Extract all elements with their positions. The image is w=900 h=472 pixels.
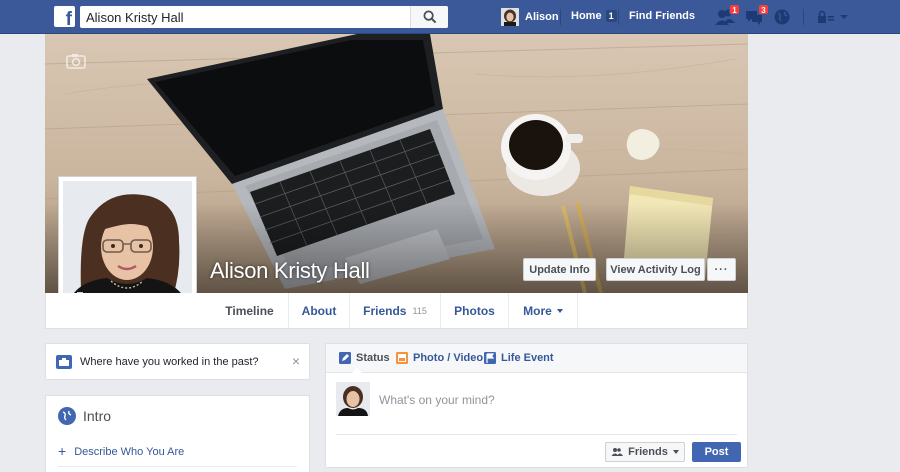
top-navigation-bar: f Alison Home1 Find Friends	[0, 0, 900, 34]
profile-name[interactable]: Alison Kristy Hall	[210, 258, 370, 284]
friend-requests-badge: 1	[729, 4, 740, 15]
intro-title: Intro	[83, 408, 112, 424]
tab-label: More	[523, 303, 552, 318]
composer-tabs: Status Photo / Video Life Event	[326, 344, 747, 373]
nav-divider	[618, 9, 619, 25]
work-prompt-card[interactable]: Where have you worked in the past? ×	[45, 343, 310, 380]
describe-who-you-are-link[interactable]: + Describe Who You Are	[58, 443, 184, 459]
update-info-button[interactable]: Update Info	[523, 258, 596, 281]
composer-tab-photo-video[interactable]: Photo / Video	[396, 352, 483, 364]
work-prompt-text: Where have you worked in the past?	[80, 356, 259, 368]
search-button[interactable]	[410, 6, 448, 28]
profile-tabs: Timeline About Friends 115 Photos More	[45, 293, 748, 329]
view-activity-log-button[interactable]: View Activity Log	[606, 258, 705, 281]
briefcase-icon	[56, 355, 72, 369]
close-icon[interactable]: ×	[292, 354, 300, 368]
tab-label: Friends	[363, 303, 407, 318]
chevron-down-icon	[672, 450, 679, 454]
divider	[336, 434, 737, 435]
composer-tab-status[interactable]: Status	[339, 352, 390, 364]
friend-requests-jewel[interactable]: 1	[714, 4, 740, 28]
tab-label: About	[301, 303, 337, 318]
audience-selector[interactable]: Friends	[605, 442, 685, 462]
nav-home-link[interactable]: Home 1	[571, 10, 617, 22]
audience-label: Friends	[628, 446, 668, 458]
tab-label: Photos	[454, 303, 495, 318]
friends-count: 115	[412, 305, 427, 316]
composer-input[interactable]: What's on your mind?	[379, 393, 495, 407]
facebook-logo[interactable]: f	[54, 6, 75, 29]
more-options-button[interactable]: ···	[707, 258, 736, 281]
search-input[interactable]	[80, 6, 410, 28]
tab-friends[interactable]: Friends 115	[350, 293, 441, 328]
post-button[interactable]: Post	[692, 442, 741, 462]
messages-badge: 3	[758, 4, 769, 15]
composer-tab-label: Life Event	[501, 352, 554, 364]
nav-home-label: Home	[571, 10, 602, 22]
notifications-jewel[interactable]	[771, 6, 793, 28]
tab-more[interactable]: More	[509, 293, 578, 328]
chevron-down-icon	[840, 15, 848, 19]
avatar	[501, 8, 519, 26]
home-count-badge: 1	[605, 10, 617, 22]
photo-icon	[396, 352, 408, 364]
divider	[58, 466, 297, 467]
nav-divider	[803, 9, 804, 25]
profile-photo	[63, 181, 192, 310]
lock-icon	[818, 10, 834, 23]
globe-icon	[58, 407, 76, 425]
globe-icon	[774, 9, 790, 25]
composer-tab-life-event[interactable]: Life Event	[484, 352, 554, 364]
nav-profile-link[interactable]: Alison	[501, 7, 559, 27]
search-icon	[423, 10, 437, 24]
flag-icon	[484, 352, 496, 364]
nav-divider	[560, 9, 561, 25]
search-box	[80, 6, 448, 28]
nav-find-friends-link[interactable]: Find Friends	[629, 10, 695, 22]
avatar	[336, 382, 370, 416]
messages-jewel[interactable]: 3	[743, 4, 769, 28]
pencil-icon	[339, 352, 351, 364]
active-tab-caret	[352, 368, 362, 373]
plus-icon: +	[58, 443, 67, 459]
tab-timeline[interactable]: Timeline	[211, 293, 289, 328]
intro-card: Intro + Describe Who You Are	[45, 395, 310, 472]
tab-about[interactable]: About	[289, 293, 350, 328]
composer-tab-label: Status	[356, 352, 390, 364]
composer-tab-label: Photo / Video	[413, 352, 484, 364]
account-menu-button[interactable]	[837, 6, 851, 28]
chevron-down-icon	[556, 308, 563, 313]
tab-label: Timeline	[225, 303, 274, 318]
privacy-shortcuts-button[interactable]	[815, 6, 837, 28]
nav-user-name: Alison	[525, 11, 559, 23]
intro-link-label: Describe Who You Are	[74, 446, 185, 458]
post-composer: Status Photo / Video Life Event What's o…	[325, 343, 748, 468]
tab-photos[interactable]: Photos	[441, 293, 509, 328]
camera-icon[interactable]	[66, 53, 86, 69]
friends-icon	[611, 448, 624, 456]
